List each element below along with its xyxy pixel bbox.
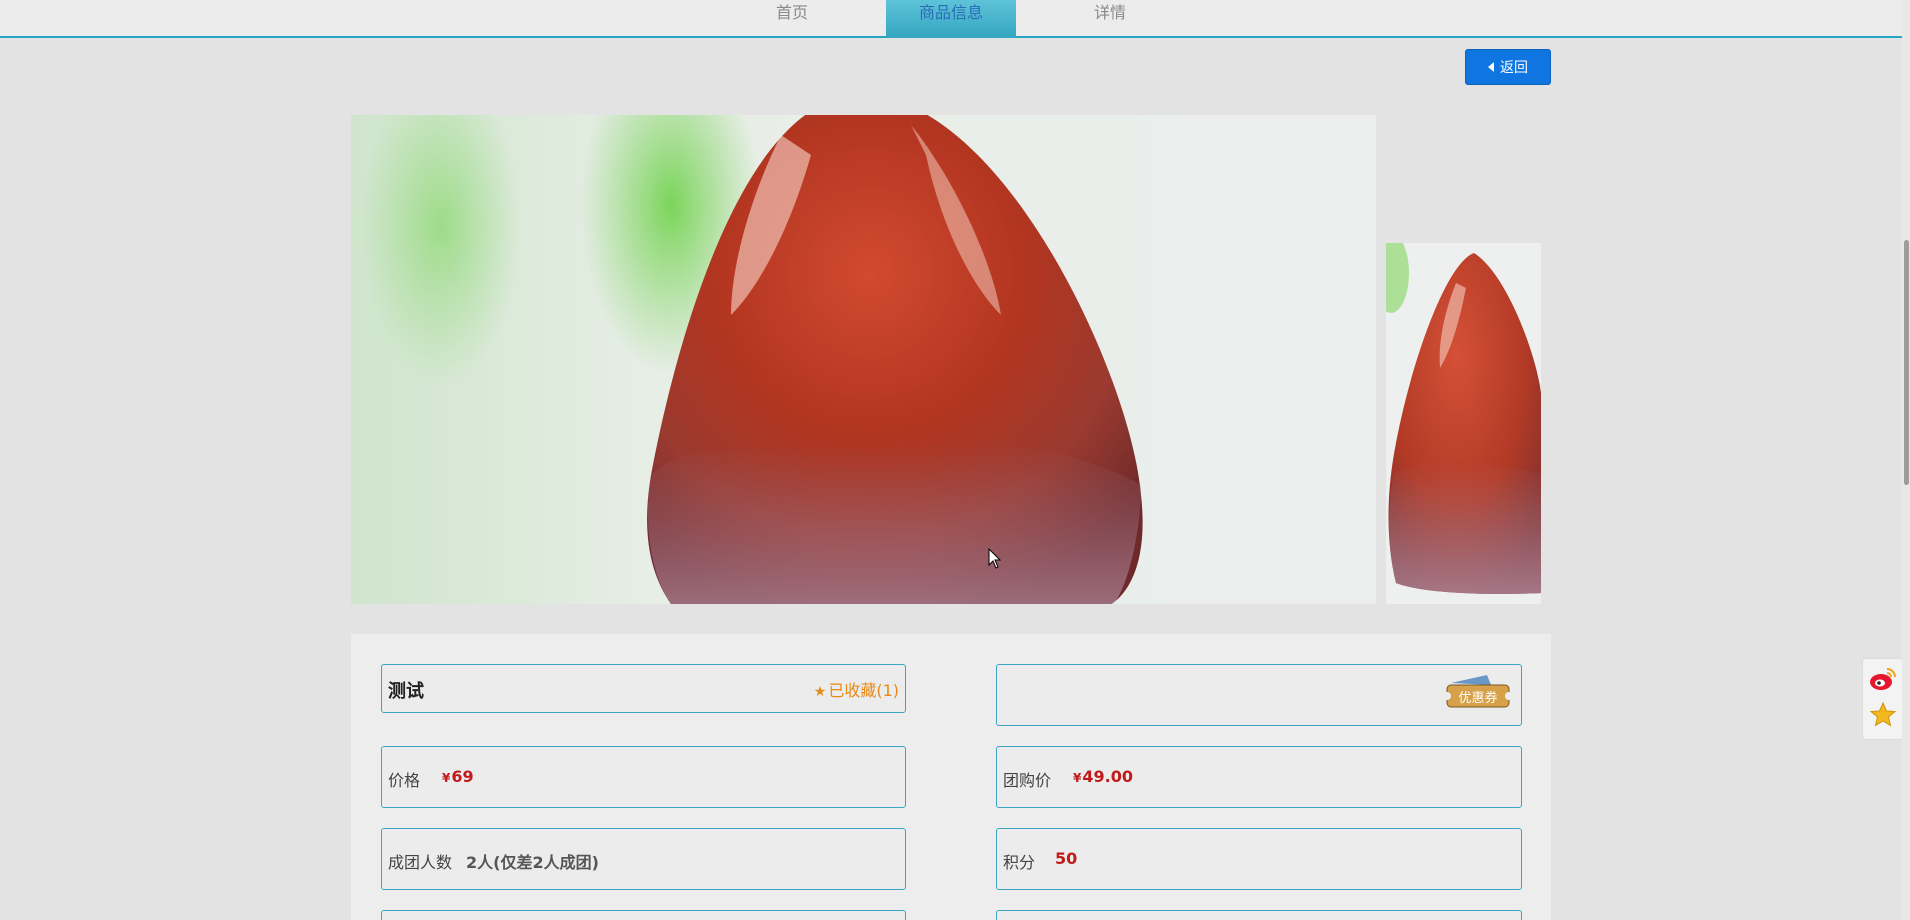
group-price-value: ¥49.00 <box>1073 767 1133 786</box>
top-nav: 首页 商品信息 详情 <box>0 0 1910 38</box>
agate-pendant-image <box>351 115 1376 604</box>
tab-product-info[interactable]: 商品信息 <box>886 0 1016 38</box>
tab-details-label: 详情 <box>1093 3 1126 22</box>
back-button[interactable]: 返回 <box>1465 49 1551 85</box>
group-size-label: 成团人数 <box>388 853 453 872</box>
coupon-label: 优惠券 <box>1458 691 1498 706</box>
tab-home[interactable]: 首页 <box>752 0 832 38</box>
tab-product-info-label: 商品信息 <box>918 3 983 22</box>
favorite-star-icon[interactable] <box>1869 701 1897 727</box>
coupon-field: 优惠券 <box>996 664 1522 726</box>
price-value: ¥69 <box>442 767 474 786</box>
next-field-right <box>996 910 1522 920</box>
side-share-bar <box>1862 658 1903 740</box>
page-scrollbar[interactable] <box>1902 0 1910 920</box>
group-size-value: 2人(仅差2人成团) <box>466 853 599 872</box>
back-button-label: 返回 <box>1500 60 1528 76</box>
currency-symbol: ¥ <box>1073 771 1082 785</box>
price-amount: 69 <box>451 767 474 786</box>
product-info-panel: 测试 ★ 已收藏(1) 优惠券 价格 ¥69 团购价 ¥49.00 成团人数 2人… <box>351 634 1551 920</box>
product-main-image[interactable] <box>351 115 1376 604</box>
group-price-field: 团购价 ¥49.00 <box>996 746 1522 808</box>
weibo-icon[interactable] <box>1870 668 1896 690</box>
group-size-field: 成团人数 2人(仅差2人成团) <box>381 828 906 890</box>
price-field: 价格 ¥69 <box>381 746 906 808</box>
title-field: 测试 ★ 已收藏(1) <box>381 664 906 713</box>
product-title: 测试 <box>388 681 424 702</box>
star-icon: ★ <box>813 684 827 700</box>
agate-thumbnail-image <box>1386 243 1541 604</box>
scrollbar-thumb[interactable] <box>1904 240 1909 485</box>
product-thumbnail[interactable] <box>1386 243 1541 604</box>
group-price-amount: 49.00 <box>1082 767 1133 786</box>
currency-symbol: ¥ <box>442 771 451 785</box>
mouse-cursor-icon <box>988 548 1002 569</box>
next-field-left <box>381 910 906 920</box>
caret-left-icon <box>1488 62 1494 72</box>
favorite-button[interactable]: ★ 已收藏(1) <box>814 677 899 701</box>
tab-home-label: 首页 <box>775 3 808 22</box>
points-field: 积分 50 <box>996 828 1522 890</box>
side-share-icons <box>1869 668 1897 727</box>
points-label: 积分 <box>1003 853 1036 872</box>
tab-details[interactable]: 详情 <box>1070 0 1150 38</box>
coupon-button[interactable]: 优惠券 <box>1443 675 1513 709</box>
group-price-label: 团购价 <box>1003 771 1052 790</box>
points-value: 50 <box>1055 849 1078 868</box>
price-label: 价格 <box>388 771 421 790</box>
favorite-label: 已收藏(1) <box>828 681 899 700</box>
